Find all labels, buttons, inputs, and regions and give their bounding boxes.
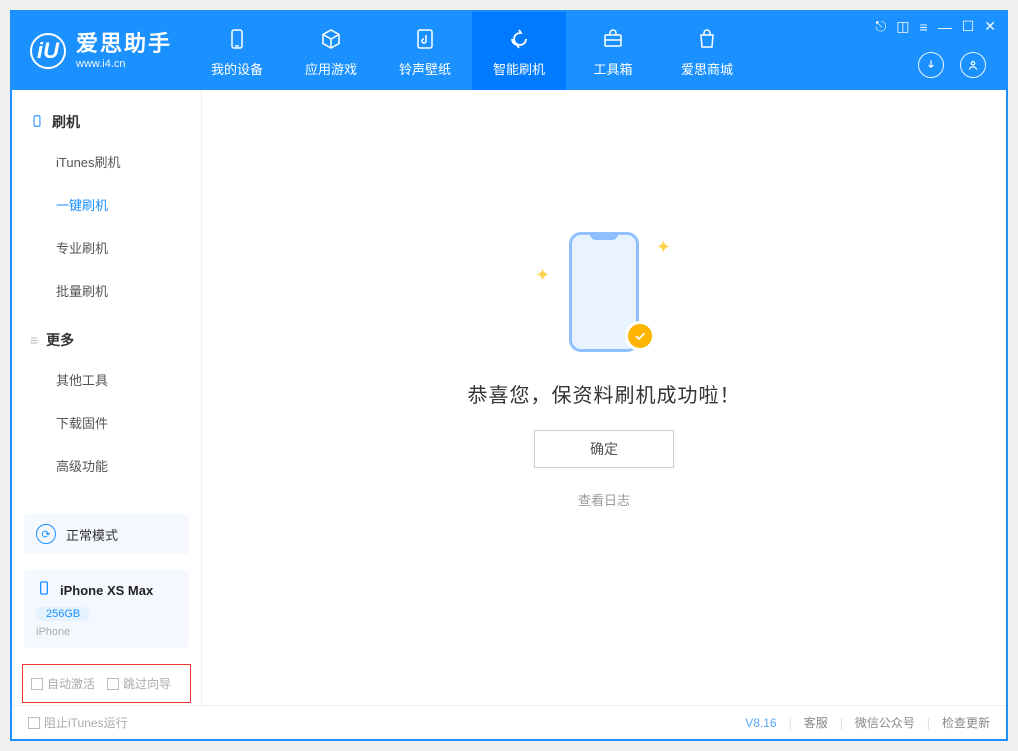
sidebar: 刷机 iTunes刷机 一键刷机 专业刷机 批量刷机 ≡ 更多 其他工具 下载固… xyxy=(12,90,202,705)
nav-label: 应用游戏 xyxy=(305,59,357,78)
nav-my-device[interactable]: 我的设备 xyxy=(190,12,284,90)
footer-link-update[interactable]: 检查更新 xyxy=(942,714,990,731)
checkbox-block-itunes[interactable]: 阻止iTunes运行 xyxy=(28,714,128,731)
nav-ringtones[interactable]: 铃声壁纸 xyxy=(378,12,472,90)
success-illustration: ✦ ✦ xyxy=(559,227,649,357)
nav-label: 工具箱 xyxy=(594,59,633,78)
main-nav: 我的设备 应用游戏 铃声壁纸 智能刷机 xyxy=(190,12,754,90)
sidebar-item-batch-flash[interactable]: 批量刷机 xyxy=(12,269,201,312)
sidebar-item-download-fw[interactable]: 下载固件 xyxy=(12,401,201,444)
nav-apps-games[interactable]: 应用游戏 xyxy=(284,12,378,90)
menu-icon[interactable]: ≡ xyxy=(920,19,928,35)
checkbox-icon xyxy=(31,678,43,690)
device-icon xyxy=(223,25,251,53)
sidebar-section-more: ≡ 更多 其他工具 下载固件 高级功能 xyxy=(12,322,201,497)
checkbox-icon xyxy=(107,678,119,690)
nav-label: 我的设备 xyxy=(211,59,263,78)
sparkle-icon: ✦ xyxy=(535,265,550,286)
confirm-button[interactable]: 确定 xyxy=(534,430,674,468)
sidebar-item-pro-flash[interactable]: 专业刷机 xyxy=(12,226,201,269)
device-box[interactable]: iPhone XS Max 256GB iPhone xyxy=(24,570,189,648)
logo-area: iU 爱思助手 www.i4.cn xyxy=(12,12,190,90)
user-icon[interactable] xyxy=(960,52,986,78)
logo-text: 爱思助手 www.i4.cn xyxy=(76,31,172,71)
list-icon: ≡ xyxy=(30,332,38,348)
sparkle-icon: ✦ xyxy=(656,237,671,258)
sidebar-header-label: 刷机 xyxy=(52,112,80,132)
sidebar-item-other-tools[interactable]: 其他工具 xyxy=(12,358,201,401)
maximize-button[interactable]: ☐ xyxy=(962,18,975,35)
device-phone-icon xyxy=(36,580,52,601)
nav-store[interactable]: 爱思商城 xyxy=(660,12,754,90)
close-button[interactable]: ✕ xyxy=(984,18,996,35)
nav-label: 铃声壁纸 xyxy=(399,59,451,78)
mode-label: 正常模式 xyxy=(66,525,118,544)
sidebar-header-flash: 刷机 xyxy=(12,104,201,140)
phone-icon xyxy=(30,114,44,131)
success-title: 恭喜您，保资料刷机成功啦！ xyxy=(468,379,741,408)
footer-right: V8.16 | 客服 | 微信公众号 | 检查更新 xyxy=(745,714,990,731)
app-subtitle: www.i4.cn xyxy=(76,58,172,71)
device-name: iPhone XS Max xyxy=(60,583,153,598)
sidebar-section-flash: 刷机 iTunes刷机 一键刷机 专业刷机 批量刷机 xyxy=(12,104,201,322)
checkbox-icon xyxy=(28,717,40,729)
logo-icon: iU xyxy=(30,33,66,69)
app-window: iU 爱思助手 www.i4.cn 我的设备 应用游戏 xyxy=(10,10,1008,741)
footer-link-cs[interactable]: 客服 xyxy=(804,714,828,731)
sidebar-item-oneclick-flash[interactable]: 一键刷机 xyxy=(12,183,201,226)
main-content: ✦ ✦ 恭喜您，保资料刷机成功啦！ 确定 查看日志 xyxy=(202,90,1006,705)
checkbox-label: 阻止iTunes运行 xyxy=(44,714,128,731)
sidebar-item-advanced[interactable]: 高级功能 xyxy=(12,444,201,487)
mode-box[interactable]: ⟳ 正常模式 xyxy=(24,514,189,554)
shirt-icon[interactable]: ⎋ xyxy=(875,18,886,35)
checkbox-label: 自动激活 xyxy=(47,675,95,692)
checkbox-skip-guide[interactable]: 跳过向导 xyxy=(107,675,171,692)
app-title: 爱思助手 xyxy=(76,31,172,57)
body: 刷机 iTunes刷机 一键刷机 专业刷机 批量刷机 ≡ 更多 其他工具 下载固… xyxy=(12,90,1006,705)
music-icon xyxy=(411,25,439,53)
mode-icon: ⟳ xyxy=(36,524,56,544)
header: iU 爱思助手 www.i4.cn 我的设备 应用游戏 xyxy=(12,12,1006,90)
version-label: V8.16 xyxy=(745,716,776,730)
cube-icon xyxy=(317,25,345,53)
sidebar-header-label: 更多 xyxy=(46,330,74,350)
nav-label: 智能刷机 xyxy=(493,59,545,78)
redbox-options: 自动激活 跳过向导 xyxy=(22,664,191,703)
view-log-link[interactable]: 查看日志 xyxy=(578,490,630,509)
checkbox-auto-activate[interactable]: 自动激活 xyxy=(31,675,95,692)
window-controls: ⎋ ◫ ≡ — ☐ ✕ xyxy=(875,18,996,35)
bag-icon xyxy=(693,25,721,53)
sidebar-header-more: ≡ 更多 xyxy=(12,322,201,358)
nav-flash[interactable]: 智能刷机 xyxy=(472,12,566,90)
footer-link-wechat[interactable]: 微信公众号 xyxy=(855,714,915,731)
device-capacity: 256GB xyxy=(36,607,90,621)
header-right-icons xyxy=(918,52,986,78)
footer: 阻止iTunes运行 V8.16 | 客服 | 微信公众号 | 检查更新 xyxy=(12,705,1006,739)
toolbox-icon xyxy=(599,25,627,53)
sidebar-item-itunes-flash[interactable]: iTunes刷机 xyxy=(12,140,201,183)
minimize-button[interactable]: — xyxy=(938,19,952,35)
check-badge-icon xyxy=(625,321,655,351)
nav-toolbox[interactable]: 工具箱 xyxy=(566,12,660,90)
nav-label: 爱思商城 xyxy=(681,59,733,78)
checkbox-label: 跳过向导 xyxy=(123,675,171,692)
device-type: iPhone xyxy=(36,626,177,638)
lock-icon[interactable]: ◫ xyxy=(896,18,909,35)
refresh-icon xyxy=(505,25,533,53)
download-icon[interactable] xyxy=(918,52,944,78)
